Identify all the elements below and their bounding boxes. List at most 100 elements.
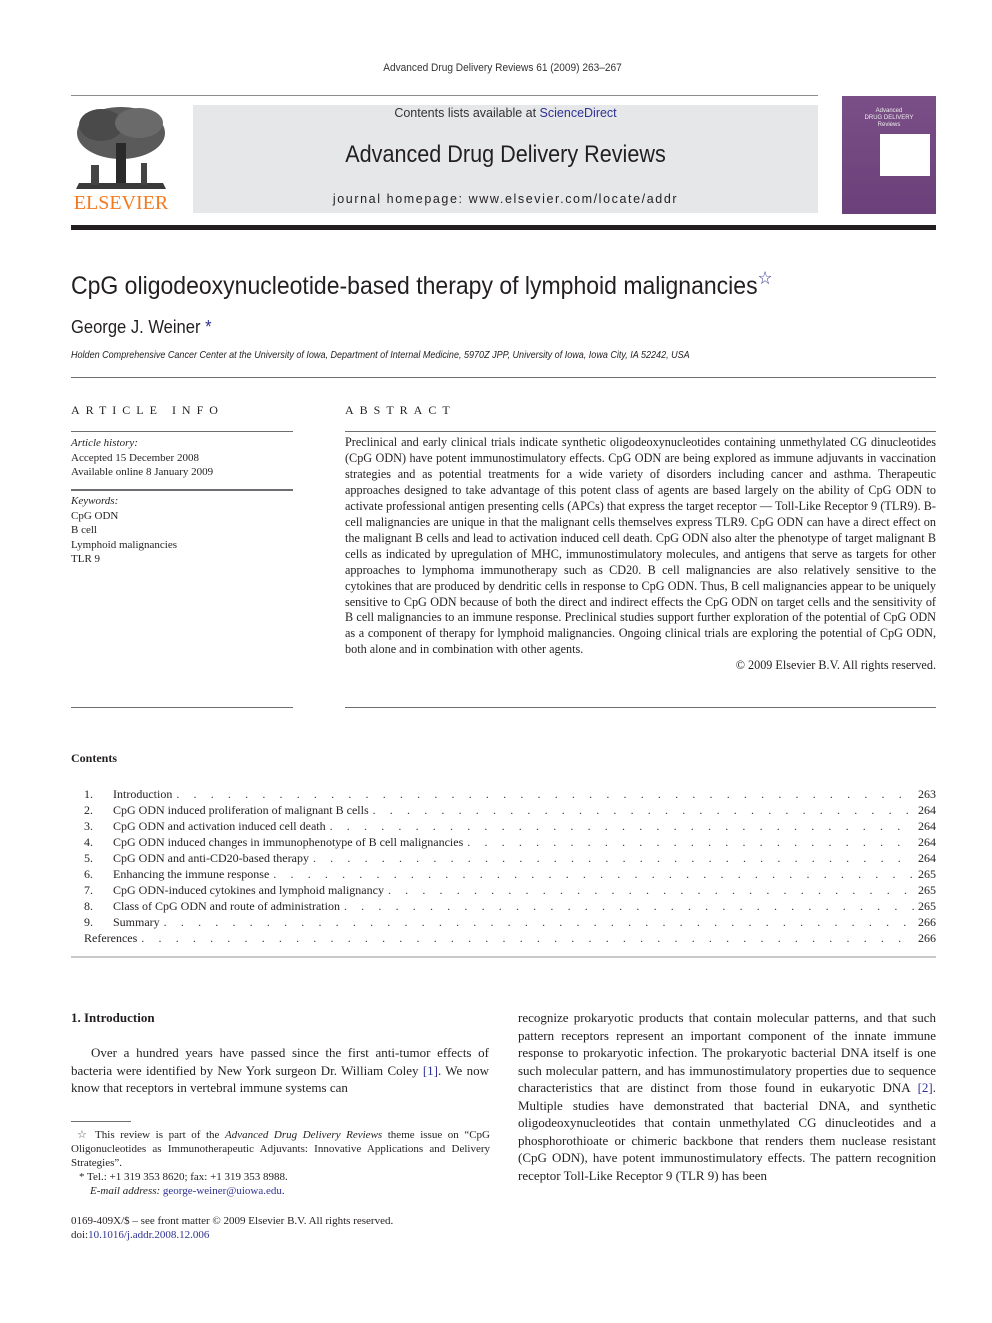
journal-citation: Advanced Drug Delivery Reviews 61 (2009)… (383, 62, 622, 74)
footnote-rule (71, 1121, 131, 1122)
footnote-asterisk-icon: * (79, 1171, 85, 1183)
footnote-journal: Advanced Drug Delivery Reviews (224, 1129, 383, 1141)
abstract-bottom-rule (345, 707, 936, 708)
header-thick-rule (71, 225, 936, 230)
keyword: TLR 9 (71, 553, 101, 565)
keywords-label: Keywords: (71, 495, 119, 507)
toc-leader: . . . . . . . . . . . . . . . . . . . . … (163, 915, 914, 929)
contents-available-text: Contents lists available at (394, 106, 540, 120)
elsevier-logo: ELSEVIER (71, 103, 171, 215)
title-rule (71, 377, 936, 378)
contact-phone: Tel.: +1 319 353 8620; fax: +1 319 353 8… (84, 1171, 288, 1183)
toc-title[interactable]: CpG ODN induced changes in immunophenoty… (113, 834, 468, 850)
toc-page: 265 (918, 899, 936, 913)
introduction-heading: 1. Introduction (71, 1010, 155, 1025)
toc-leader: . . . . . . . . . . . . . . . . . . . . … (176, 787, 914, 801)
doi: doi:10.1016/j.addr.2008.12.006 (71, 1228, 393, 1242)
contents-available: Contents lists available at ScienceDirec… (193, 106, 818, 120)
toc-item[interactable]: 5. CpG ODN and anti-CD20-based therapy. .… (84, 850, 936, 866)
journal-banner: Contents lists available at ScienceDirec… (193, 105, 818, 213)
author-footnote-asterisk[interactable]: * (205, 317, 211, 337)
history-label: Article history: (71, 437, 138, 449)
toc-title[interactable]: Introduction (113, 786, 177, 802)
publisher-name: ELSEVIER (73, 192, 169, 214)
intro-paragraph: Over a hundred years have passed since t… (71, 1044, 489, 1097)
sciencedirect-link[interactable]: ScienceDirect (540, 106, 617, 120)
keywords: Keywords: CpG ODN B cell Lymphoid malign… (71, 494, 177, 567)
article-history: Article history: Accepted 15 December 20… (71, 436, 213, 480)
intro-text: . Multiple studies have demonstrated tha… (518, 1080, 936, 1183)
email-label: E-mail address: (90, 1185, 161, 1197)
toc-title[interactable]: CpG ODN induced proliferation of maligna… (113, 802, 373, 818)
toc-leader: . . . . . . . . . . . . . . . . . . . . … (141, 931, 914, 945)
footnote-text: This review is part of the (89, 1129, 225, 1141)
toc-title[interactable]: CpG ODN and anti-CD20-based therapy (113, 850, 313, 866)
toc-page: 264 (918, 835, 936, 849)
cover-title-line-3: Reviews (877, 122, 901, 128)
toc-item[interactable]: 3. CpG ODN and activation induced cell de… (84, 818, 936, 834)
journal-title: Advanced Drug Delivery Reviews (345, 141, 666, 168)
toc-title[interactable]: Summary (113, 914, 164, 930)
body-column-right: recognize prokaryotic products that cont… (518, 1009, 936, 1184)
toc-page: 266 (918, 931, 936, 945)
keyword: Lymphoid malignancies (71, 538, 178, 551)
footnote-asterisk: * Tel.: +1 319 353 8620; fax: +1 319 353… (71, 1170, 490, 1184)
toc-number: 7. (84, 883, 93, 897)
intro-paragraph-continued: recognize prokaryotic products that cont… (518, 1009, 936, 1184)
toc-number: 5. (84, 851, 93, 865)
intro-text: recognize prokaryotic products that cont… (518, 1010, 936, 1095)
toc-number: 3. (84, 819, 93, 833)
toc-leader: . . . . . . . . . . . . . . . . . . . . … (387, 883, 914, 897)
cover-title-line-2: DRUG DELIVERY (864, 115, 914, 121)
article-title-text: CpG oligodeoxynucleotide-based therapy o… (71, 272, 758, 300)
toc-item[interactable]: 9. Summary. . . . . . . . . . . . . . . .… (84, 914, 936, 930)
footnotes: ☆ This review is part of the Advanced Dr… (71, 1128, 490, 1198)
toc-title[interactable]: CpG ODN and activation induced cell deat… (113, 818, 330, 834)
author-name: George J. Weiner (71, 317, 201, 337)
abstract-copyright: © 2009 Elsevier B.V. All rights reserved… (735, 658, 936, 673)
toc-item-references[interactable]: References. . . . . . . . . . . . . . . … (84, 930, 936, 946)
toc-title[interactable]: References (84, 930, 142, 946)
toc-item[interactable]: 8. Class of CpG ODN and route of administ… (84, 898, 936, 914)
keyword: CpG ODN (71, 509, 119, 522)
reference-link[interactable]: [2] (918, 1080, 933, 1095)
toc-title[interactable]: Enhancing the immune response (113, 866, 274, 882)
toc-item[interactable]: 7. CpG ODN-induced cytokines and lymphoid… (84, 882, 936, 898)
toc-item[interactable]: 1. Introduction. . . . . . . . . . . . . … (84, 786, 936, 802)
email-link[interactable]: george-weiner@uiowa.edu (163, 1185, 282, 1197)
toc-page: 266 (918, 915, 936, 929)
online-date: Available online 8 January 2009 (71, 466, 214, 478)
toc-item[interactable]: 4. CpG ODN induced changes in immunopheno… (84, 834, 936, 850)
doi-link[interactable]: 10.1016/j.addr.2008.12.006 (88, 1229, 209, 1241)
author: George J. Weiner * (71, 317, 212, 338)
toc-number: 1. (84, 787, 93, 801)
abstract: Preclinical and early clinical trials in… (345, 435, 936, 674)
elsevier-tree-icon (76, 107, 166, 189)
toc-item[interactable]: 6. Enhancing the immune response. . . . .… (84, 866, 936, 882)
contents-bottom-rule (71, 956, 936, 958)
toc-title[interactable]: Class of CpG ODN and route of administra… (113, 898, 344, 914)
toc-number: 8. (84, 899, 93, 913)
toc-number: 4. (84, 835, 93, 849)
toc-page: 264 (918, 803, 936, 817)
cover-title: Advanced DRUG DELIVERY Reviews (842, 108, 936, 129)
toc-title[interactable]: CpG ODN-induced cytokines and lymphoid m… (113, 882, 388, 898)
article-info-heading: ARTICLE INFO (71, 403, 224, 417)
table-of-contents: 1. Introduction. . . . . . . . . . . . . … (84, 786, 936, 946)
cover-white-panel (880, 134, 930, 176)
affiliation: Holden Comprehensive Cancer Center at th… (71, 349, 690, 361)
accepted-date: Accepted 15 December 2008 (71, 451, 199, 464)
doi-label: doi: (71, 1229, 89, 1241)
toc-number: 9. (84, 915, 93, 929)
toc-item[interactable]: 2. CpG ODN induced proliferation of malig… (84, 802, 936, 818)
footnote-star: ☆ This review is part of the Advanced Dr… (71, 1128, 490, 1170)
toc-page: 265 (918, 883, 936, 897)
toc-number: 2. (84, 803, 93, 817)
journal-homepage[interactable]: journal homepage: www.elsevier.com/locat… (193, 192, 818, 206)
toc-leader: . . . . . . . . . . . . . . . . . . . . … (372, 803, 914, 817)
abstract-text: Preclinical and early clinical trials in… (345, 435, 936, 657)
article-info-rule (71, 431, 293, 432)
reference-link[interactable]: [1] (423, 1063, 438, 1078)
keyword: B cell (71, 524, 97, 536)
title-footnote-star-icon[interactable]: ☆ (758, 268, 773, 288)
